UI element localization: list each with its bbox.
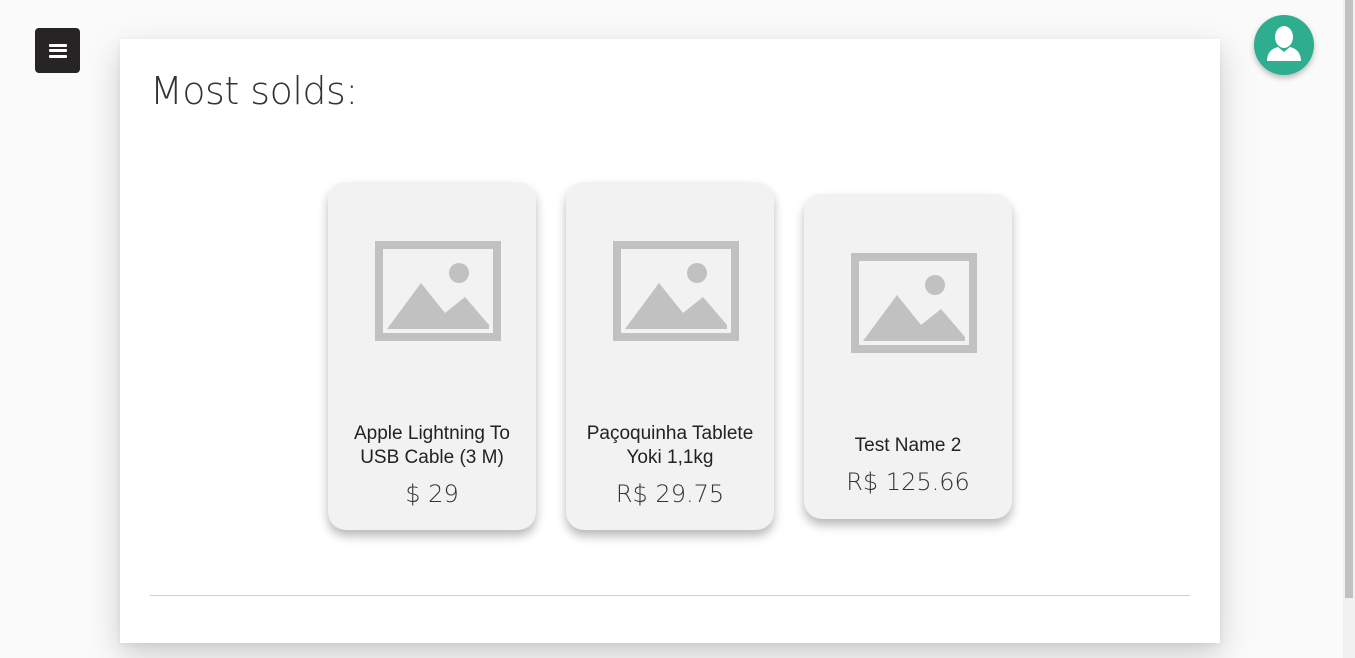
section-title: Most solds:	[150, 69, 358, 113]
product-price: R$ 29.75	[615, 480, 725, 508]
menu-button[interactable]	[35, 28, 80, 73]
vertical-scrollbar[interactable]	[1343, 0, 1355, 658]
most-sold-panel: Most solds: Apple Lightning To USB Cable…	[120, 39, 1220, 643]
image-placeholder-icon	[851, 253, 977, 353]
image-placeholder-icon	[613, 241, 739, 341]
user-avatar[interactable]	[1254, 15, 1314, 75]
product-price: R$ 125.66	[846, 468, 970, 496]
user-icon	[1267, 26, 1301, 61]
image-placeholder-icon	[375, 241, 501, 341]
scrollbar-thumb[interactable]	[1345, 0, 1353, 598]
product-name: Test Name 2	[854, 435, 962, 456]
product-name: Apple Lightning To USB Cable (3 M)	[354, 423, 510, 468]
product-card[interactable]: Apple Lightning To USB Cable (3 M) $ 29	[328, 182, 536, 530]
product-name: Paçoquinha Tablete Yoki 1,1kg	[586, 423, 754, 468]
product-price: $ 29	[405, 480, 459, 508]
product-card[interactable]: Paçoquinha Tablete Yoki 1,1kg R$ 29.75	[566, 182, 774, 530]
divider	[150, 595, 1190, 596]
hamburger-icon	[48, 43, 67, 58]
product-card[interactable]: Test Name 2 R$ 125.66	[804, 194, 1012, 519]
